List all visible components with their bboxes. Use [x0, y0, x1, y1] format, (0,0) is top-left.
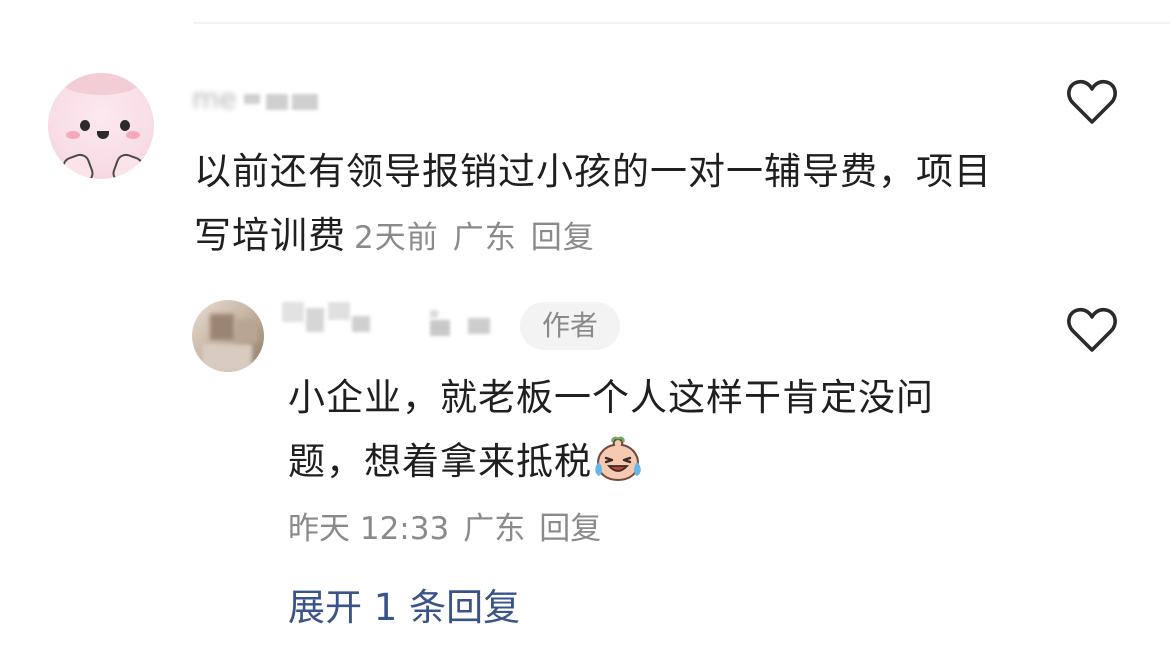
reply-body: 小企业，就老板一个人这样干肯定没问题，想着拿来抵税 [288, 366, 1008, 494]
username-redacted[interactable]: me [186, 84, 326, 114]
reply-meta: 昨天 12:33 广东 回复 [288, 504, 615, 554]
reply-button[interactable]: 回复 [531, 220, 595, 256]
reply-button[interactable]: 回复 [539, 511, 601, 547]
reply-time: 昨天 12:33 [288, 511, 450, 547]
expand-replies-link[interactable]: 展开 1 条回复 [288, 580, 520, 636]
heart-outline-icon[interactable] [1066, 78, 1118, 126]
crying-laughing-emoji-icon [592, 436, 644, 482]
divider [193, 22, 1170, 24]
comment-thread: me 以前还有领导报销过小孩的一对一辅导费，项目写培训费 2天前 广东 回复 作者 小… [0, 0, 1170, 669]
comment-location: 广东 [452, 220, 517, 256]
heart-outline-icon[interactable] [1066, 306, 1118, 354]
comment-time: 2天前 [354, 220, 439, 256]
reply-avatar[interactable] [192, 300, 264, 372]
avatar[interactable] [48, 73, 154, 179]
comment-meta: 2天前 广东 回复 [354, 220, 609, 256]
reply-username-redacted[interactable] [272, 300, 522, 340]
reply-location: 广东 [463, 511, 526, 547]
comment-body: 以前还有领导报销过小孩的一对一辅导费，项目写培训费 2天前 广东 回复 [194, 140, 1024, 270]
author-badge: 作者 [520, 302, 621, 350]
